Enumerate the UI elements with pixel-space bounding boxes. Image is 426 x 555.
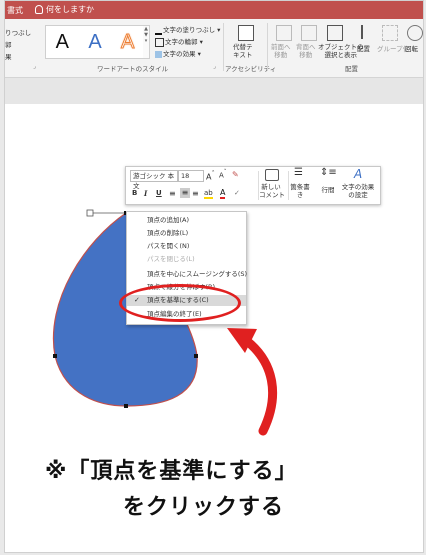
powerpoint-window: 書式 何をしますか りつぶし 郭 果 ⌟ A A A ▲ ▼ ▾ 文字の塗りつぶし …	[4, 0, 424, 553]
annotation-line-1: ※「頂点を基準にする」	[45, 459, 298, 484]
annotation-line-2: をクリックする	[123, 495, 285, 520]
